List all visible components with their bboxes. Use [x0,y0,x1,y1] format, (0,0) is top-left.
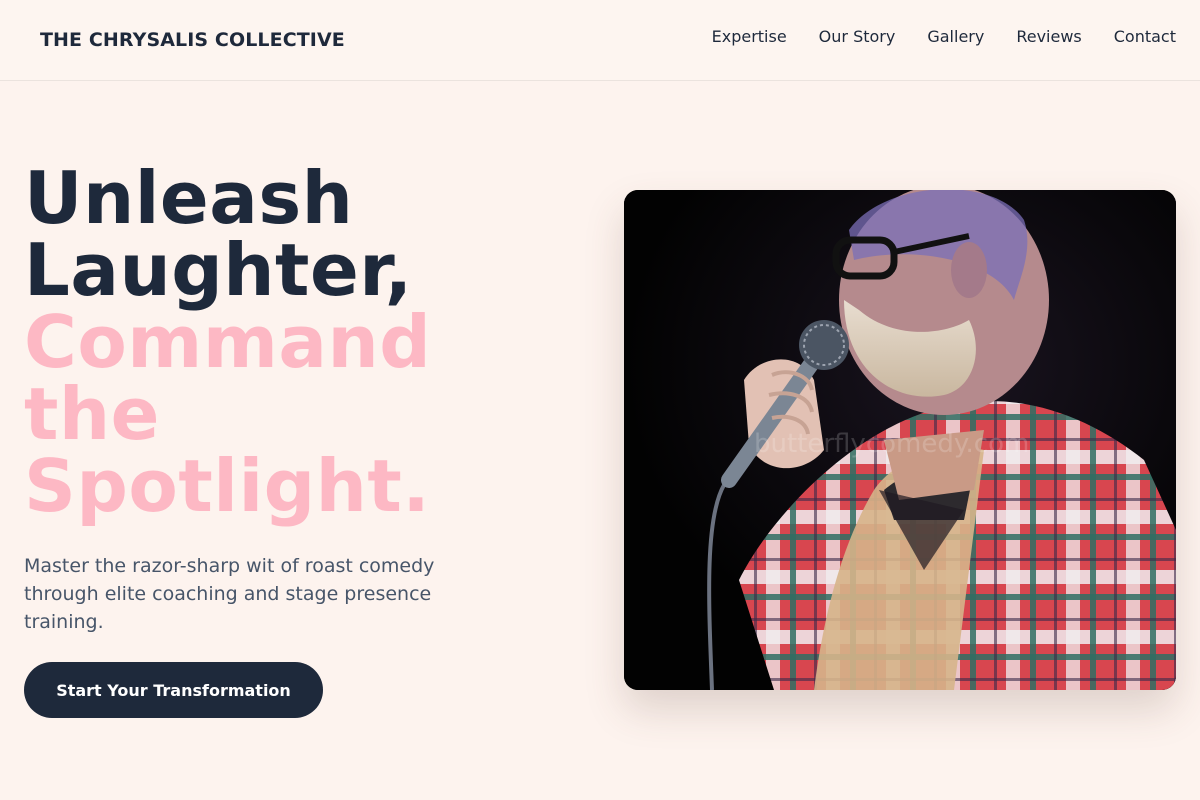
hero-text: Unleash Laughter, Command the Spotlight.… [24,162,584,636]
headline-accent-line-1: Command [24,300,432,384]
hero-headline: Unleash Laughter, Command the Spotlight. [24,162,584,522]
nav-link-our-story[interactable]: Our Story [819,27,896,46]
nav-link-reviews[interactable]: Reviews [1016,27,1081,46]
hero-subtitle: Master the razor-sharp wit of roast come… [24,555,435,633]
nav-link-expertise[interactable]: Expertise [712,27,787,46]
start-transformation-button[interactable]: Start Your Transformation [24,662,323,718]
nav-link-contact[interactable]: Contact [1114,27,1176,46]
brand-logo[interactable]: THE CHRYSALIS COLLECTIVE [40,29,345,51]
comedian-illustration: butterflycomedy.com [624,190,1176,690]
main-nav: Expertise Our Story Gallery Reviews Cont… [712,27,1176,46]
headline-accent-line-3: Spotlight. [24,444,431,528]
headline-accent-line-2: the [24,372,161,456]
headline-line-2: Laughter, [24,228,413,312]
headline-line-1: Unleash [24,156,354,240]
hero-photo-comedian: butterflycomedy.com [624,190,1176,690]
image-watermark: butterflycomedy.com [754,429,1029,459]
site-header: THE CHRYSALIS COLLECTIVE Expertise Our S… [0,0,1200,81]
nav-link-gallery[interactable]: Gallery [927,27,984,46]
